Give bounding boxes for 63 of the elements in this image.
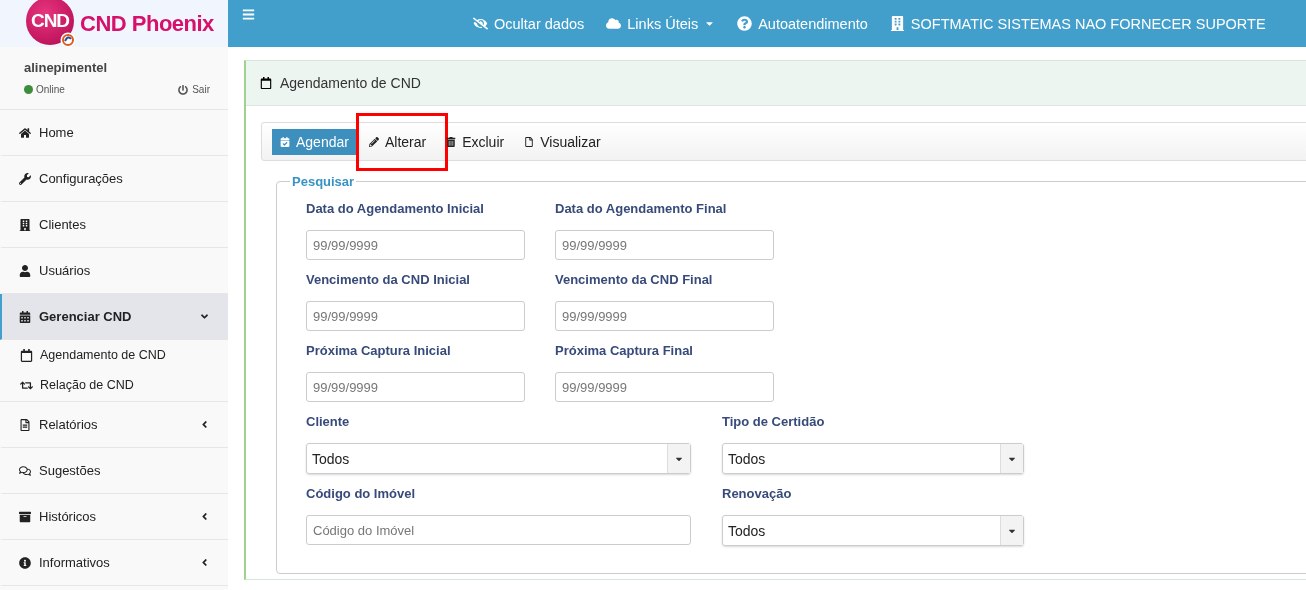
calendar-icon: [260, 77, 272, 89]
calendar-icon: [19, 310, 31, 323]
status-dot: [24, 85, 33, 94]
date-field[interactable]: 99/99/9999: [306, 301, 525, 331]
power-icon: [178, 84, 189, 95]
field-label: Código do Imóvel: [306, 485, 417, 503]
online-status: Online: [24, 84, 65, 95]
toolbar-button[interactable]: Agendar: [272, 128, 357, 155]
field-label: Data do Agendamento Final: [555, 200, 728, 218]
chat-icon: [19, 464, 31, 477]
date-field[interactable]: 99/99/9999: [306, 372, 525, 402]
logo-badge: CND: [26, 0, 74, 45]
building-icon: [889, 16, 905, 31]
date-field[interactable]: 99/99/9999: [555, 372, 774, 402]
file-icon: [524, 136, 535, 147]
archive-icon: [19, 510, 31, 523]
user-icon: [19, 264, 31, 277]
sidebar-item[interactable]: Clientes: [0, 202, 228, 248]
field-label: Tipo de Certidão: [722, 413, 826, 431]
help-icon: [737, 16, 753, 31]
calendar-icon: [280, 136, 290, 147]
menu-icon[interactable]: [242, 8, 255, 21]
field-label: Vencimento da CND Final: [555, 271, 714, 289]
sidebar-item[interactable]: Configurações: [0, 156, 228, 202]
submenu-item[interactable]: Agendamento de CND: [0, 340, 228, 370]
trash-icon: [446, 136, 457, 147]
date-field[interactable]: 99/99/9999: [306, 230, 525, 260]
sidebar-item[interactable]: Gerenciar CND: [0, 294, 228, 340]
pencil-icon: [368, 136, 379, 147]
field-label: Cliente: [306, 413, 351, 431]
sidebar-item[interactable]: Históricos: [0, 494, 228, 540]
field-label: Próxima Captura Final: [555, 342, 694, 360]
toolbar-button[interactable]: Excluir: [438, 128, 513, 155]
toolbar-button[interactable]: Alterar: [360, 128, 435, 155]
date-field[interactable]: 99/99/9999: [555, 230, 774, 260]
document-icon: [19, 418, 31, 431]
field-label: Próxima Captura Inicial: [306, 342, 452, 360]
toolbar-button[interactable]: Visualizar: [516, 128, 609, 155]
user-name: alinepimentel: [24, 60, 109, 75]
field-label: Renovação: [722, 485, 793, 503]
submenu-item[interactable]: Relação de CND: [0, 370, 228, 400]
date-field[interactable]: 99/99/9999: [555, 301, 774, 331]
select-field[interactable]: Todos: [722, 515, 1024, 546]
cloud-icon: [606, 16, 622, 31]
sidebar-item[interactable]: Relatórios: [0, 402, 228, 448]
field-label: Data do Agendamento Inicial: [306, 200, 485, 218]
logout-link[interactable]: Sair: [178, 84, 210, 95]
brand-name: CND Phoenix: [80, 10, 214, 37]
info-icon: [19, 556, 31, 569]
field-label: Vencimento da CND Inicial: [306, 271, 471, 289]
text-field[interactable]: Código do Imóvel: [306, 515, 691, 545]
eye-slash-icon: [473, 16, 488, 31]
select-field[interactable]: Todos: [306, 443, 691, 474]
sidebar-item[interactable]: Informativos: [0, 540, 228, 586]
sidebar-item[interactable]: Home: [0, 110, 228, 156]
sidebar-item[interactable]: Sugestões: [0, 448, 228, 494]
select-field[interactable]: Todos: [722, 443, 1024, 474]
building-icon: [19, 218, 31, 231]
fieldset-legend: Pesquisar: [290, 174, 357, 189]
wrench-icon: [19, 172, 31, 185]
calendar-icon: [20, 348, 33, 362]
panel-title: Agendamento de CND: [280, 75, 421, 91]
home-icon: [19, 126, 31, 139]
